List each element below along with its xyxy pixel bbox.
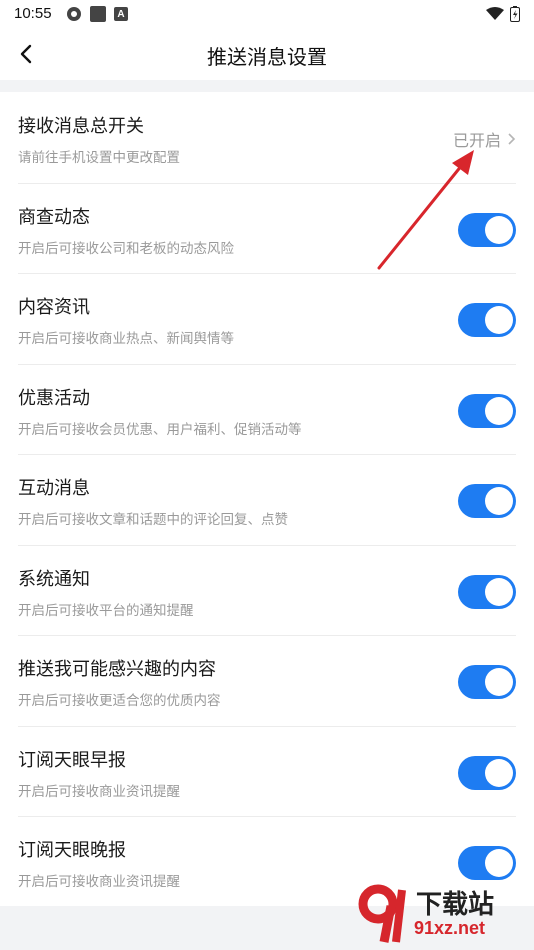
setting-subtitle: 开启后可接收文章和话题中的评论回复、点赞: [18, 512, 288, 528]
watermark-text: 下载站: [416, 890, 495, 920]
setting-subtitle: 开启后可接收商业热点、新闻舆情等: [18, 331, 234, 347]
interactions-toggle[interactable]: [458, 484, 516, 518]
setting-row-interactions: 互动消息 开启后可接收文章和话题中的评论回复、点赞: [0, 454, 534, 545]
morning-report-toggle[interactable]: [458, 755, 516, 790]
setting-title: 系统通知: [18, 568, 90, 590]
setting-title: 互动消息: [18, 478, 90, 499]
toggle-knob: [485, 577, 513, 606]
system-notice-toggle[interactable]: [458, 574, 516, 609]
master-switch-status: 已开启: [453, 127, 516, 151]
status-time: 10:55: [14, 5, 52, 22]
status-system-icons: [486, 6, 520, 22]
setting-title: 订阅天眼晚报: [18, 840, 126, 861]
setting-title: 优惠活动: [18, 387, 90, 409]
toggle-knob: [485, 215, 513, 244]
watermark-url: 91xz.net: [414, 918, 486, 938]
setting-title: 内容资讯: [18, 297, 90, 318]
promotions-toggle[interactable]: [458, 393, 516, 428]
recommended-toggle[interactable]: [458, 665, 516, 699]
setting-title: 推送我可能感兴趣的内容: [18, 659, 216, 680]
setting-title: 商查动态: [18, 206, 90, 228]
setting-subtitle: 开启后可接收公司和老板的动态风险: [18, 240, 234, 257]
toggle-knob: [485, 758, 513, 787]
master-switch-title: 接收消息总开关: [18, 116, 144, 137]
setting-row-content-news: 内容资讯 开启后可接收商业热点、新闻舆情等: [0, 273, 534, 364]
toggle-knob: [485, 668, 513, 696]
toggle-knob: [485, 306, 513, 334]
setting-subtitle: 开启后可接收商业资讯提醒: [18, 783, 180, 800]
status-notification-icons: A: [66, 6, 128, 22]
chevron-right-icon: [508, 133, 516, 145]
watermark-91-logo-icon: [358, 884, 406, 943]
dynamics-toggle[interactable]: [458, 212, 516, 247]
setting-row-dynamics: 商查动态 开启后可接收公司和老板的动态风险: [0, 182, 534, 274]
app-a-icon: A: [114, 7, 128, 21]
evening-report-toggle[interactable]: [458, 846, 516, 880]
setting-row-recommended: 推送我可能感兴趣的内容 开启后可接收更适合您的优质内容: [0, 635, 534, 726]
master-switch-status-text: 已开启: [452, 131, 501, 150]
battery-icon: [510, 6, 520, 22]
toggle-knob: [485, 849, 513, 877]
toggle-knob: [485, 396, 513, 425]
setting-row-morning-report: 订阅天眼早报 开启后可接收商业资讯提醒: [0, 725, 534, 817]
content-news-toggle[interactable]: [458, 303, 516, 337]
wifi-icon: [486, 7, 504, 20]
page-title: 推送消息设置: [207, 45, 327, 69]
setting-title: 订阅天眼早报: [18, 749, 126, 771]
toggle-knob: [485, 487, 513, 515]
setting-subtitle: 开启后可接收商业资讯提醒: [18, 874, 180, 890]
setting-row-promotions: 优惠活动 开启后可接收会员优惠、用户福利、促销活动等: [0, 363, 534, 455]
setting-row-system-notice: 系统通知 开启后可接收平台的通知提醒: [0, 544, 534, 636]
setting-subtitle: 开启后可接收会员优惠、用户福利、促销活动等: [18, 421, 302, 438]
navigation-bar: 推送消息设置: [0, 28, 534, 80]
watermark-logo: 下载站 91xz.net: [358, 882, 528, 946]
app-square-icon: [90, 6, 106, 22]
settings-gear-icon: [67, 7, 81, 21]
setting-subtitle: 开启后可接收平台的通知提醒: [18, 602, 194, 619]
master-switch-row[interactable]: 接收消息总开关 请前往手机设置中更改配置 已开启: [0, 92, 534, 183]
setting-subtitle: 开启后可接收更适合您的优质内容: [18, 693, 221, 709]
section-divider: [0, 80, 534, 92]
status-bar: 10:55 A: [0, 0, 534, 28]
master-switch-subtitle: 请前往手机设置中更改配置: [18, 150, 180, 166]
settings-list: 接收消息总开关 请前往手机设置中更改配置 已开启 商查动态 开启后可接收公司和老…: [0, 92, 534, 907]
